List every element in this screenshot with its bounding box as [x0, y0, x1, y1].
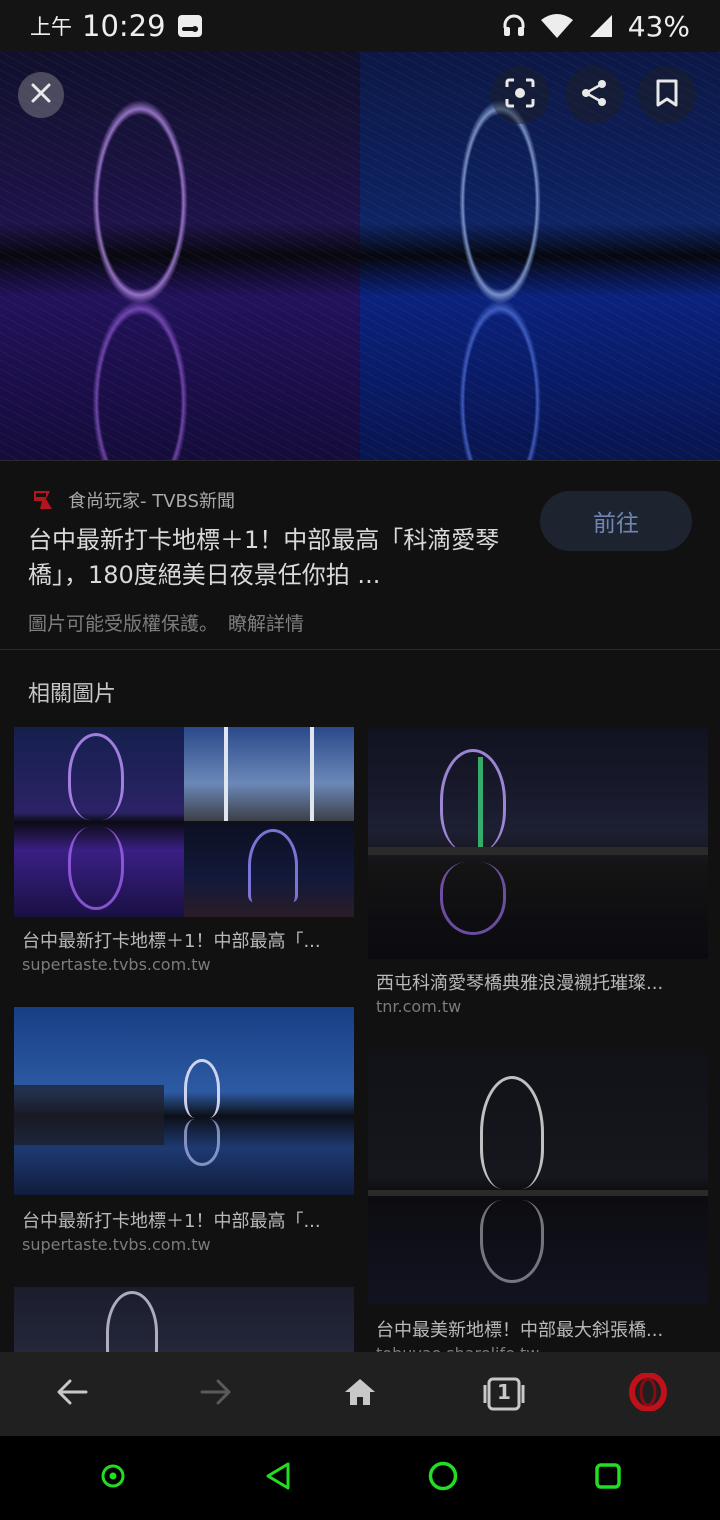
status-left: 上午 10:29	[30, 9, 204, 43]
bookmark-icon	[654, 78, 680, 112]
result-info: 食尚玩家- TVBS新聞 台中最新打卡地標＋1！中部最高「科滴愛琴橋」，180度…	[0, 460, 720, 650]
related-domain: supertaste.tvbs.com.tw	[22, 955, 211, 974]
message-icon	[176, 13, 204, 39]
status-ampm: 上午	[30, 15, 72, 39]
related-heading: 相關圖片	[28, 682, 117, 707]
source-logo-icon	[30, 487, 56, 513]
close-icon	[30, 82, 52, 108]
related-thumbnail	[14, 1007, 354, 1195]
copyright-text: 圖片可能受版權保護。	[28, 613, 219, 635]
share-icon	[579, 78, 609, 112]
assist-icon	[100, 1463, 126, 1493]
lens-icon	[504, 77, 536, 113]
copyright-row: 圖片可能受版權保護。 瞭解詳情	[28, 609, 304, 636]
related-title: 台中最新打卡地標＋1！中部最高「...	[22, 931, 321, 952]
nav-back-icon	[264, 1461, 292, 1495]
related-thumbnail	[368, 727, 708, 959]
related-card[interactable]	[14, 1287, 354, 1352]
tabs-button[interactable]: 1	[464, 1364, 544, 1424]
battery-percent: 43%	[627, 9, 690, 43]
source-name: 食尚玩家- TVBS新聞	[68, 491, 235, 512]
wifi-icon	[540, 13, 574, 39]
status-bar: 上午 10:29 43%	[0, 0, 720, 52]
nav-recents-icon	[593, 1461, 623, 1495]
tab-count: 1	[497, 1380, 511, 1404]
related-card[interactable]: 台中最新打卡地標＋1！中部最高「... supertaste.tvbs.com.…	[14, 1007, 354, 1257]
back-button[interactable]	[32, 1364, 112, 1424]
lens-button[interactable]	[491, 66, 549, 124]
nav-back-button[interactable]	[243, 1443, 313, 1513]
related-title: 西屯科滴愛琴橋典雅浪漫襯托璀璨...	[376, 973, 664, 994]
related-domain: tnr.com.tw	[376, 997, 462, 1016]
browser-toolbar: 1	[0, 1352, 720, 1436]
headset-icon	[502, 13, 526, 39]
tabs-icon: 1	[483, 1376, 525, 1412]
assist-button[interactable]	[78, 1443, 148, 1513]
visit-button[interactable]: 前往	[540, 491, 692, 551]
related-card[interactable]: 西屯科滴愛琴橋典雅浪漫襯托璀璨... tnr.com.tw	[368, 727, 708, 1019]
opera-icon	[629, 1372, 667, 1415]
home-button[interactable]	[320, 1364, 400, 1424]
related-card[interactable]: 台中最美新地標！中部最大斜張橋... tobuyao.sharelife.tw	[368, 1050, 708, 1363]
related-card[interactable]: 台中最新打卡地標＋1！中部最高「... supertaste.tvbs.com.…	[14, 727, 354, 977]
back-icon	[56, 1378, 88, 1410]
status-right: 43%	[502, 10, 690, 43]
learn-more-link[interactable]: 瞭解詳情	[228, 609, 304, 636]
status-time: 10:29	[82, 9, 166, 43]
image-viewer[interactable]	[0, 52, 720, 460]
bookmark-button[interactable]	[638, 66, 696, 124]
related-domain: supertaste.tvbs.com.tw	[22, 1235, 211, 1254]
system-nav-bar	[0, 1436, 720, 1520]
related-thumbnail	[368, 1050, 708, 1304]
related-title: 台中最美新地標！中部最大斜張橋...	[376, 1320, 664, 1341]
related-title: 台中最新打卡地標＋1！中部最高「...	[22, 1211, 321, 1232]
home-icon	[343, 1377, 377, 1411]
related-thumbnail	[14, 1287, 354, 1352]
forward-icon	[200, 1378, 232, 1410]
opera-menu-button[interactable]	[608, 1364, 688, 1424]
result-title[interactable]: 台中最新打卡地標＋1！中部最高「科滴愛琴橋」，180度絕美日夜景任你拍 ...	[28, 523, 528, 593]
related-thumbnail	[14, 727, 354, 917]
signal-icon	[588, 13, 614, 39]
nav-home-icon	[427, 1460, 459, 1496]
forward-button[interactable]	[176, 1364, 256, 1424]
source-row[interactable]: 食尚玩家- TVBS新聞	[30, 487, 235, 513]
share-button[interactable]	[565, 66, 623, 124]
nav-recents-button[interactable]	[573, 1443, 643, 1513]
nav-home-button[interactable]	[408, 1443, 478, 1513]
close-button[interactable]	[18, 72, 64, 118]
